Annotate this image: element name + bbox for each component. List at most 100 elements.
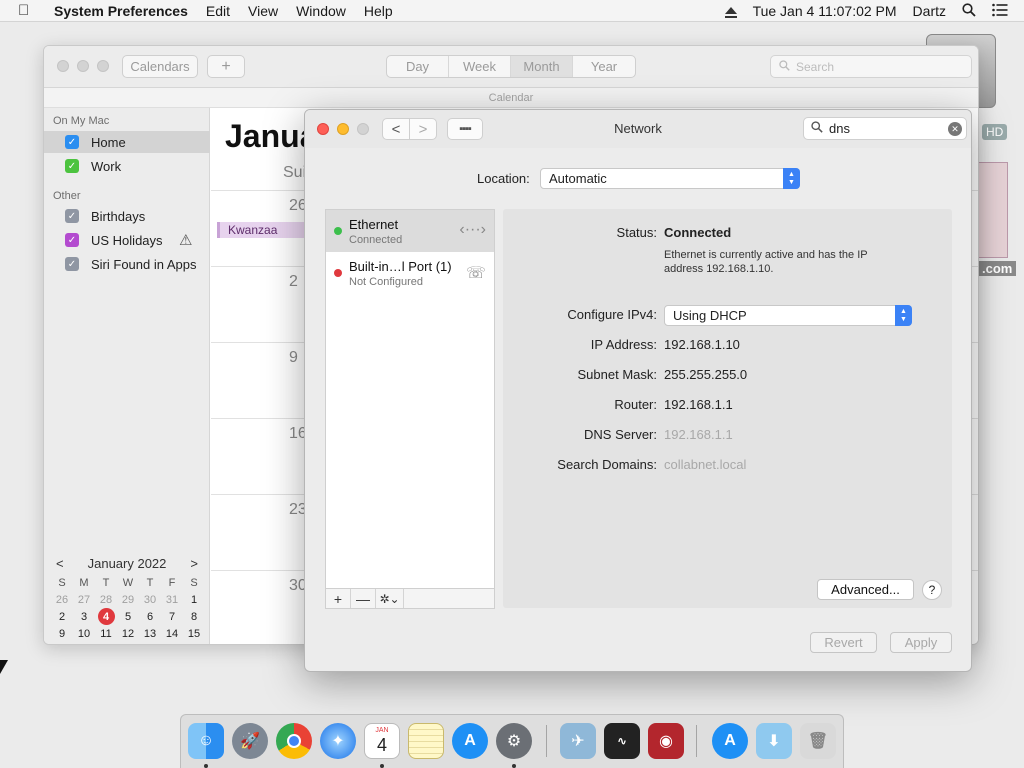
mini-calendar-day[interactable]: 8 [183,608,205,625]
revert-button[interactable]: Revert [810,632,877,653]
mini-calendar-day[interactable]: 30 [139,591,161,608]
sidebar-item-siri-found[interactable]: ✓ Siri Found in Apps [44,253,210,275]
safari-icon[interactable]: ✦ [320,723,356,759]
notification-center-icon[interactable] [992,3,1008,20]
location-popup[interactable]: Automatic ▲ ▼ [540,168,800,189]
trash-icon[interactable]: 🗑 [800,723,836,759]
mini-calendar-day[interactable]: 17 [73,642,95,644]
view-month-tab[interactable]: Month [511,56,573,77]
mini-calendar-day[interactable]: 15 [183,625,205,642]
calendar-zoom-button[interactable] [97,60,109,72]
advanced-button[interactable]: Advanced... [817,579,914,600]
day-number[interactable]: 2 [289,273,298,291]
calendar-search-field[interactable]: Search [770,55,972,78]
calendar-event-kwanzaa[interactable]: Kwanzaa [217,222,307,238]
mini-calendar-day[interactable]: 3 [73,608,95,625]
checkbox-siri-found[interactable]: ✓ [65,257,79,271]
mini-calendar-day[interactable]: 9 [51,625,73,642]
warning-icon[interactable]: ⚠ [179,231,192,249]
calendar-close-button[interactable] [57,60,69,72]
mini-calendar-day[interactable]: 28 [95,591,117,608]
sidebar-item-work[interactable]: ✓ Work [44,155,210,177]
checkbox-work[interactable]: ✓ [65,159,79,173]
chrome-icon[interactable] [276,723,312,759]
photo-booth-icon[interactable]: ◉ [648,723,684,759]
checkbox-birthdays[interactable]: ✓ [65,209,79,223]
apply-button[interactable]: Apply [890,632,952,653]
calendar-app-icon[interactable]: JAN 4 [364,723,400,759]
mini-calendar-day[interactable]: 5 [117,608,139,625]
mini-calendar-day[interactable]: 2 [51,608,73,625]
view-week-tab[interactable]: Week [449,56,511,77]
mini-calendar-day[interactable]: 10 [73,625,95,642]
mini-calendar-day[interactable]: 27 [73,591,95,608]
mini-calendar-day[interactable]: 29 [117,591,139,608]
desktop-file-icon[interactable] [978,162,1008,258]
hard-disk-label[interactable]: HD [982,124,1008,140]
mini-calendar-day[interactable]: 31 [161,591,183,608]
mini-calendar-day[interactable]: 7 [161,608,183,625]
menubar-clock[interactable]: Tue Jan 4 11:07:02 PM [753,3,897,19]
calendar-subtitle: Calendar [44,88,978,108]
mini-calendar-day[interactable]: 21 [161,642,183,644]
mini-calendar-next-icon[interactable]: > [190,556,198,571]
mini-calendar-today[interactable]: 4 [97,608,115,625]
mini-calendar-day[interactable]: 6 [139,608,161,625]
clear-search-icon[interactable]: ✕ [948,122,962,136]
preview-icon[interactable]: ✈ [560,723,596,759]
service-ethernet[interactable]: Ethernet Connected ‹···› [326,210,494,252]
checkbox-us-holidays[interactable]: ✓ [65,233,79,247]
menubar-user[interactable]: Dartz [913,3,946,19]
search-icon [811,121,823,136]
eject-icon[interactable] [724,3,737,19]
notes-icon[interactable] [408,723,444,759]
spotlight-search-icon[interactable] [962,2,976,20]
calendars-button[interactable]: Calendars [122,55,198,78]
calendar-minimize-button[interactable] [77,60,89,72]
app-menu[interactable]: System Preferences [54,3,188,19]
mini-calendar-day[interactable]: 12 [117,625,139,642]
desktop-file-label[interactable]: .com [978,261,1017,276]
app-store-downloads-icon[interactable]: A [712,723,748,759]
menu-edit[interactable]: Edit [206,3,230,19]
view-day-tab[interactable]: Day [387,56,449,77]
finder-icon[interactable]: ☺ [188,723,224,759]
day-number[interactable]: 9 [289,349,298,367]
system-preferences-icon[interactable]: ⚙ [496,723,532,759]
gear-icon[interactable]: ✲⌄ [376,589,404,608]
remove-service-button[interactable]: — [351,589,376,608]
mini-calendar-day[interactable]: 26 [51,591,73,608]
menu-view[interactable]: View [248,3,278,19]
running-indicator [380,764,384,768]
menu-window[interactable]: Window [296,3,346,19]
apple-menu-icon[interactable]:  [18,2,38,19]
app-store-icon[interactable]: A [452,723,488,759]
launchpad-icon[interactable]: 🚀 [232,723,268,759]
preferences-search-field[interactable]: dns ✕ [803,117,967,140]
mini-calendar-day[interactable]: 22 [183,642,205,644]
mini-calendar-day[interactable]: 18 [95,642,117,644]
activity-monitor-icon[interactable]: ∿ [604,723,640,759]
mini-calendar-day[interactable]: 13 [139,625,161,642]
mini-calendar-day[interactable]: 19 [117,642,139,644]
mini-calendar-day[interactable]: 16 [51,642,73,644]
sidebar-item-birthdays[interactable]: ✓ Birthdays [44,205,210,227]
mini-calendar-weekday: W [122,576,134,589]
view-year-tab[interactable]: Year [573,56,635,77]
mini-calendar-day[interactable]: 11 [95,625,117,642]
checkbox-home[interactable]: ✓ [65,135,79,149]
service-builtin-port[interactable]: Built-in…l Port (1) Not Configured ☏ [326,252,494,294]
sidebar-item-us-holidays[interactable]: ✓ US Holidays ⚠ [44,229,210,251]
mini-calendar-prev-icon[interactable]: < [56,556,64,571]
mini-calendar-day[interactable]: 14 [161,625,183,642]
status-value: Connected [664,225,732,240]
add-service-button[interactable]: + [326,589,351,608]
mini-calendar-day[interactable]: 1 [183,591,205,608]
downloads-folder-icon[interactable]: ⬇ [756,723,792,759]
add-event-button[interactable]: + [207,55,245,78]
help-button[interactable]: ? [922,580,942,600]
mini-calendar-day[interactable]: 20 [139,642,161,644]
configure-ipv4-popup[interactable]: Using DHCP ▲ ▼ [664,305,912,326]
menu-help[interactable]: Help [364,3,393,19]
sidebar-item-home[interactable]: ✓ Home [44,131,210,153]
